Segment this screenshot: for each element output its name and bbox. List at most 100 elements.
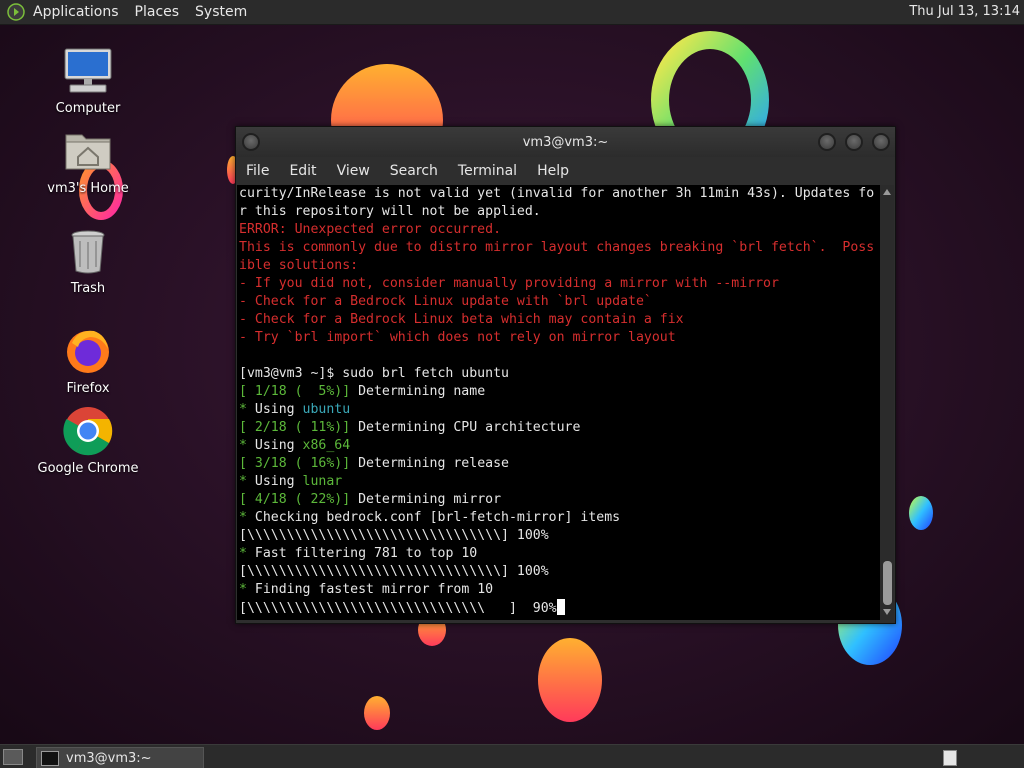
terminal-text: [ 2/18 ( 11%)] xyxy=(239,420,351,435)
terminal-line: * Using lunar xyxy=(237,473,880,491)
scroll-up-arrow-icon[interactable] xyxy=(883,189,891,195)
terminal-text: - Check for a Bedrock Linux update with … xyxy=(239,294,652,309)
taskbar-label: vm3@vm3:~ xyxy=(66,750,152,766)
minimize-button[interactable] xyxy=(818,133,836,151)
menu-search[interactable]: Search xyxy=(380,163,448,179)
menu-help[interactable]: Help xyxy=(527,163,579,179)
terminal-text: - Try `brl import` which does not rely o… xyxy=(239,330,676,345)
terminal-text: Using xyxy=(246,402,303,417)
terminal-text: ubuntu xyxy=(302,402,351,417)
terminal-text: * xyxy=(239,402,247,417)
menu-view[interactable]: View xyxy=(327,163,380,179)
desktop-icon-label: Trash xyxy=(70,281,106,296)
terminal-text: [\\\\\\\\\\\\\\\\\\\\\\\\\\\\\\\\] 100% xyxy=(239,528,549,543)
menu-terminal[interactable]: Terminal xyxy=(448,163,527,179)
terminal-line: [\\\\\\\\\\\\\\\\\\\\\\\\\\\\\\ ] 90% xyxy=(237,599,880,617)
terminal-output[interactable]: curity/InRelease is not valid yet (inval… xyxy=(237,185,880,620)
terminal-text: ERROR: Unexpected error occurred. xyxy=(239,222,502,237)
chrome-icon xyxy=(63,407,113,456)
desktop-icon-firefox[interactable]: Firefox xyxy=(33,325,143,396)
menu-applications[interactable]: Applications xyxy=(33,4,119,20)
terminal-text: Checking bedrock.conf [brl-fetch-mirror]… xyxy=(246,510,621,525)
window-titlebar[interactable]: vm3@vm3:~ xyxy=(236,127,895,157)
terminal-text: Determining name xyxy=(350,384,486,399)
terminal-icon xyxy=(41,750,59,766)
terminal-text: * xyxy=(239,438,247,453)
terminal-line: ible solutions: xyxy=(237,257,880,275)
desktop-icon-label: Google Chrome xyxy=(37,461,139,476)
terminal-line: * Fast filtering 781 to top 10 xyxy=(237,545,880,563)
home-folder-icon xyxy=(65,134,111,170)
close-button[interactable] xyxy=(872,133,890,151)
terminal-line: [\\\\\\\\\\\\\\\\\\\\\\\\\\\\\\\\] 100% xyxy=(237,527,880,545)
terminal-line: * Using ubuntu xyxy=(237,401,880,419)
terminal-text: * xyxy=(239,510,247,525)
firefox-icon xyxy=(67,330,109,373)
terminal-text: Using xyxy=(246,438,303,453)
applications-logo-icon[interactable] xyxy=(7,3,25,21)
terminal-line: - Check for a Bedrock Linux beta which m… xyxy=(237,311,880,329)
terminal-text: - If you did not, consider manually prov… xyxy=(239,276,779,291)
terminal-line: ERROR: Unexpected error occurred. xyxy=(237,221,880,239)
terminal-text: Using xyxy=(246,474,303,489)
desktop-icon-computer[interactable]: Computer xyxy=(33,45,143,116)
terminal-text: * xyxy=(239,582,247,597)
terminal-text: curity/InRelease is not valid yet (inval… xyxy=(239,186,875,201)
terminal-line: r this repository will not be applied. xyxy=(237,203,880,221)
terminal-text: [ 1/18 ( 5%)] xyxy=(239,384,351,399)
menu-edit[interactable]: Edit xyxy=(279,163,326,179)
terminal-text: [\\\\\\\\\\\\\\\\\\\\\\\\\\\\\\ ] 90% xyxy=(239,601,557,616)
terminal-line: - If you did not, consider manually prov… xyxy=(237,275,880,293)
terminal-text: - Check for a Bedrock Linux beta which m… xyxy=(239,312,684,327)
terminal-text: [ 3/18 ( 16%)] xyxy=(239,456,351,471)
terminal-text: Determining CPU architecture xyxy=(350,420,581,435)
terminal-text: lunar xyxy=(302,474,343,489)
terminal-line: * Checking bedrock.conf [brl-fetch-mirro… xyxy=(237,509,880,527)
terminal-line: [ 2/18 ( 11%)] Determining CPU architect… xyxy=(237,419,880,437)
trash-icon xyxy=(71,230,105,274)
menu-file[interactable]: File xyxy=(236,163,279,179)
terminal-text: ible solutions: xyxy=(239,258,359,273)
terminal-line: curity/InRelease is not valid yet (inval… xyxy=(237,185,880,203)
terminal-line: [ 1/18 ( 5%)] Determining name xyxy=(237,383,880,401)
terminal-text: This is commonly due to distro mirror la… xyxy=(239,240,875,255)
terminal-line: [ 4/18 ( 22%)] Determining mirror xyxy=(237,491,880,509)
show-desktop-button[interactable] xyxy=(3,749,23,765)
terminal-text: r this repository will not be applied. xyxy=(239,204,541,219)
computer-icon xyxy=(64,48,112,93)
terminal-line: [\\\\\\\\\\\\\\\\\\\\\\\\\\\\\\\\] 100% xyxy=(237,563,880,581)
terminal-line: * Finding fastest mirror from 10 xyxy=(237,581,880,599)
window-title: vm3@vm3:~ xyxy=(522,135,609,150)
desktop-icon-home[interactable]: vm3's Home xyxy=(33,125,143,196)
scrollbar-thumb[interactable] xyxy=(883,561,892,605)
terminal-text: [\\\\\\\\\\\\\\\\\\\\\\\\\\\\\\\\] 100% xyxy=(239,564,549,579)
terminal-text: * xyxy=(239,474,247,489)
clock[interactable]: Thu Jul 13, 13:14 xyxy=(909,4,1020,19)
menu-places[interactable]: Places xyxy=(135,4,180,20)
terminal-text: Determining release xyxy=(350,456,509,471)
terminal-text: * xyxy=(239,546,247,561)
text-cursor xyxy=(556,599,565,615)
terminal-line: [ 3/18 ( 16%)] Determining release xyxy=(237,455,880,473)
terminal-line: - Try `brl import` which does not rely o… xyxy=(237,329,880,347)
terminal-line: This is commonly due to distro mirror la… xyxy=(237,239,880,257)
desktop-icon-chrome[interactable]: Google Chrome xyxy=(33,405,143,476)
terminal-line: - Check for a Bedrock Linux update with … xyxy=(237,293,880,311)
terminal-text: Determining mirror xyxy=(350,492,502,507)
workspace-switcher[interactable] xyxy=(943,750,957,766)
maximize-button[interactable] xyxy=(845,133,863,151)
bottom-panel: vm3@vm3:~ xyxy=(0,744,1024,768)
menu-system[interactable]: System xyxy=(195,4,247,20)
window-menubar: File Edit View Search Terminal Help xyxy=(236,157,895,185)
scroll-down-arrow-icon[interactable] xyxy=(883,609,891,615)
terminal-text: Finding fastest mirror from 10 xyxy=(246,582,494,597)
terminal-line: * Using x86_64 xyxy=(237,437,880,455)
desktop-icon-label: Computer xyxy=(55,101,121,116)
terminal-scrollbar[interactable] xyxy=(880,185,894,620)
terminal-window: vm3@vm3:~ File Edit View Search Terminal… xyxy=(235,126,896,624)
terminal-line: [vm3@vm3 ~]$ sudo brl fetch ubuntu xyxy=(237,365,880,383)
terminal-text: [vm3@vm3 ~]$ sudo brl fetch ubuntu xyxy=(239,366,509,381)
desktop-icon-trash[interactable]: Trash xyxy=(33,225,143,296)
taskbar-terminal-button[interactable]: vm3@vm3:~ xyxy=(36,747,204,768)
